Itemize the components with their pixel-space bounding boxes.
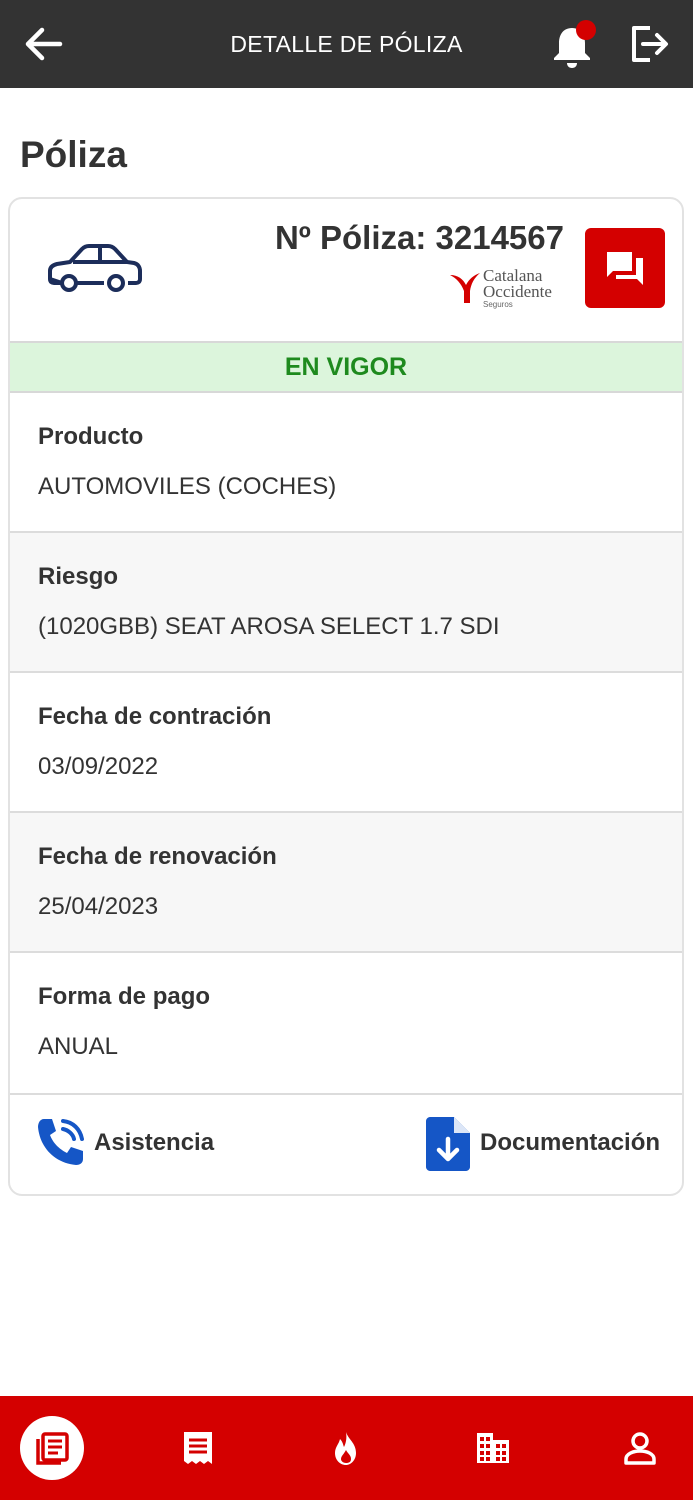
policies-icon — [36, 1432, 69, 1465]
field-risk: Riesgo (1020GBB) SEAT AROSA SELECT 1.7 S… — [10, 533, 682, 673]
field-label: Producto — [38, 423, 144, 450]
chat-icon — [607, 252, 643, 285]
policy-actions: Asistencia Documentación — [10, 1095, 682, 1194]
field-product: Producto AUTOMOVILES (COCHES) — [10, 393, 682, 533]
nav-item-profile[interactable] — [608, 1416, 672, 1480]
documentation-label: Documentación — [480, 1129, 661, 1156]
field-value: ANUAL — [38, 1033, 119, 1060]
assistance-button[interactable]: Asistencia — [36, 1117, 236, 1171]
insurer-logo: Catalana Occidente Seguros — [450, 267, 560, 313]
chat-button[interactable] — [585, 228, 665, 308]
policy-number: Nº Póliza: 3214567 — [274, 219, 564, 256]
insurer-logo-line3: Seguros — [483, 300, 513, 309]
nav-item-claims[interactable] — [314, 1416, 378, 1480]
logout-icon[interactable] — [626, 22, 672, 66]
nav-item-receipts[interactable] — [166, 1416, 230, 1480]
top-app-bar: DETALLE DE PÓLIZA — [0, 0, 693, 88]
offices-building-icon — [477, 1433, 509, 1463]
field-label: Forma de pago — [38, 983, 211, 1010]
notification-dot — [576, 20, 596, 40]
policy-card-header: Nº Póliza: 3214567 Catalana Occidente Se… — [10, 199, 682, 341]
nav-item-policies[interactable] — [20, 1416, 84, 1480]
car-icon — [48, 244, 142, 292]
insurer-logo-mark — [450, 273, 480, 303]
field-label: Fecha de renovación — [38, 843, 277, 870]
documentation-button[interactable]: Documentación — [426, 1117, 676, 1171]
field-value: 03/09/2022 — [38, 753, 159, 780]
document-download-icon — [426, 1117, 470, 1171]
field-contract-date: Fecha de contración 03/09/2022 — [10, 673, 682, 813]
field-value: AUTOMOVILES (COCHES) — [38, 473, 337, 500]
phone-assistance-icon — [38, 1119, 84, 1165]
field-payment-method: Forma de pago ANUAL — [10, 953, 682, 1095]
profile-icon — [624, 1432, 656, 1465]
nav-item-offices[interactable] — [461, 1416, 525, 1480]
field-renewal-date: Fecha de renovación 25/04/2023 — [10, 813, 682, 953]
insurer-logo-line2: Occidente — [483, 282, 552, 301]
assistance-label: Asistencia — [94, 1129, 215, 1156]
field-value: (1020GBB) SEAT AROSA SELECT 1.7 SDI — [38, 613, 500, 640]
bottom-navigation — [0, 1396, 693, 1500]
field-value: 25/04/2023 — [38, 893, 159, 920]
claims-fire-icon — [335, 1432, 356, 1465]
policy-status-badge: EN VIGOR — [10, 341, 682, 393]
page-title: Póliza — [20, 134, 127, 175]
receipts-icon — [184, 1432, 212, 1464]
policy-card: Nº Póliza: 3214567 Catalana Occidente Se… — [8, 197, 684, 1196]
field-label: Fecha de contración — [38, 703, 272, 730]
field-label: Riesgo — [38, 563, 119, 590]
